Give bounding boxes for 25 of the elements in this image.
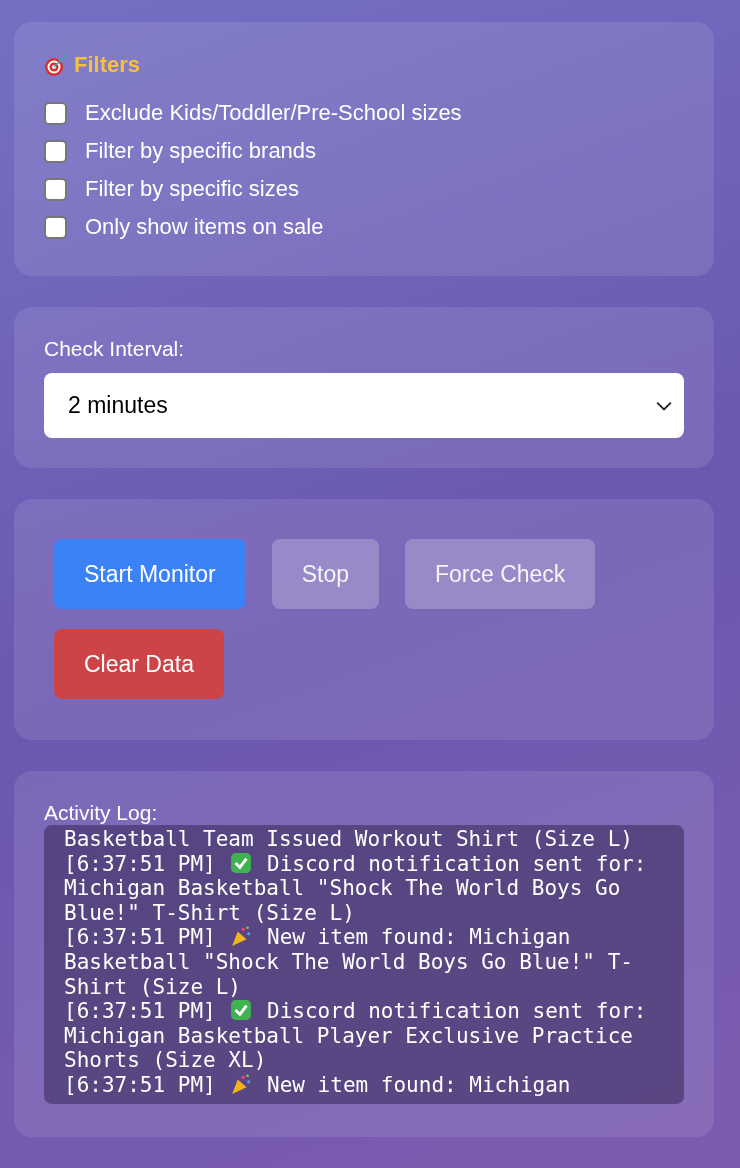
check-icon [230, 999, 253, 1022]
log-entry: Basketball Team Issued Workout Shirt (Size L) [64, 827, 634, 852]
checkbox[interactable] [44, 177, 67, 201]
filters-title: Filters [74, 52, 141, 78]
log-label: Activity Log: [44, 801, 159, 825]
party-popper-icon [230, 1072, 253, 1095]
log-entry: [6:37:51 PM] New item found: Michigan [64, 1072, 572, 1098]
checkbox[interactable] [44, 101, 67, 125]
checkbox-label: Filter by specific brands [85, 138, 317, 164]
interval-label: Check Interval: [44, 337, 186, 361]
party-popper-icon [230, 925, 253, 948]
checkbox-label: Filter by specific sizes [85, 176, 299, 202]
checkbox[interactable] [44, 139, 67, 163]
checkbox[interactable] [44, 215, 67, 239]
target-icon [44, 53, 68, 77]
checkbox-label: Only show items on sale [85, 214, 324, 240]
chevron-down-icon [656, 400, 672, 411]
check-icon [230, 851, 253, 874]
log-entry: [6:37:51 PM] New item found: Michigan Basketball "Shock The World Boys Go Blue!" T-Shirt (Size L) [64, 925, 634, 1000]
clear-button[interactable]: Clear Data [54, 629, 224, 699]
interval-dropdown[interactable]: 2 minutes [44, 373, 684, 438]
start-button[interactable]: Start Monitor [54, 539, 246, 609]
log-entry: [6:37:51 PM] Discord notification sent for: Michigan Basketball "Shock The World Boys Go Blue!" T-Shirt (Size L) [64, 851, 648, 926]
checkbox-label: Exclude Kids/Toddler/Pre-School sizes [85, 100, 462, 126]
log-entry: [6:37:51 PM] Discord notification sent for: Michigan Basketball Player Exclusive Practice Shorts (Size XL) [64, 999, 648, 1073]
